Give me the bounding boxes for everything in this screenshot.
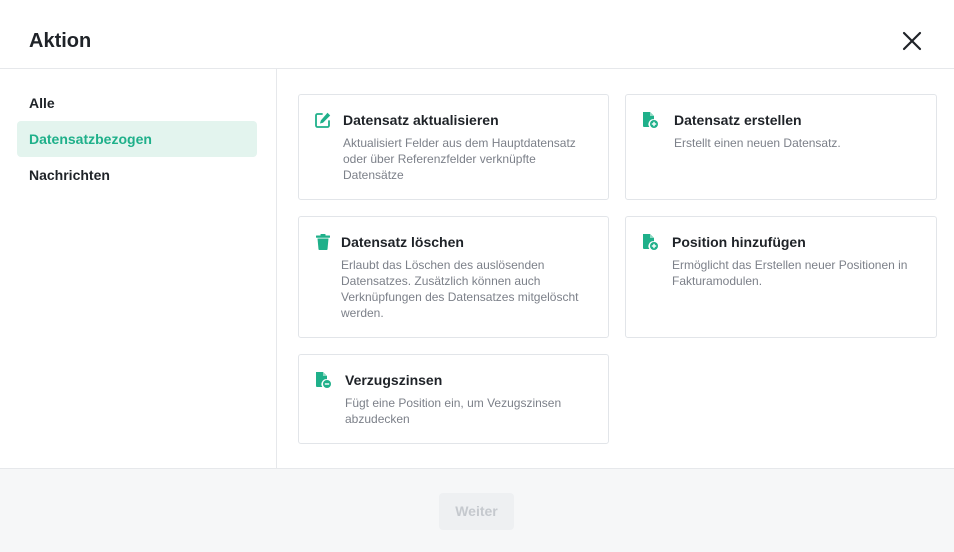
sidebar-item-alle[interactable]: Alle [17,85,257,121]
close-button[interactable] [899,28,925,54]
card-description: Erlaubt das Löschen des auslösenden Date… [341,258,579,320]
action-card-datensatz-aktualisieren[interactable]: Datensatz aktualisieren Aktualisiert Fel… [298,94,609,200]
dialog-footer: Weiter [0,468,954,552]
card-title: Position hinzufügen [672,234,806,250]
action-dialog: Aktion Alle Datensatzbezogen Nachrichten [0,0,954,552]
card-title: Datensatz löschen [341,234,464,250]
category-sidebar: Alle Datensatzbezogen Nachrichten [0,69,277,468]
card-title: Verzugszinsen [345,372,443,388]
sidebar-item-nachrichten[interactable]: Nachrichten [17,157,257,193]
close-icon [899,28,925,54]
action-card-datensatz-erstellen[interactable]: Datensatz erstellen Erstellt einen neuen… [625,94,937,200]
card-description: Ermöglicht das Erstellen neuer Positione… [672,258,908,288]
card-title: Datensatz erstellen [674,112,802,128]
card-description: Erstellt einen neuen Datensatz. [674,136,841,150]
sidebar-item-datensatzbezogen[interactable]: Datensatzbezogen [17,121,257,157]
dialog-header: Aktion [0,0,954,69]
trash-icon [314,233,332,251]
file-add-icon [641,233,659,251]
edit-icon [314,111,332,129]
dialog-title: Aktion [29,30,92,52]
card-description: Fügt eine Position ein, um Vezugszinsen … [345,396,562,426]
card-title: Datensatz aktualisieren [343,112,499,128]
file-add-icon [641,111,659,129]
card-description: Aktualisiert Felder aus dem Hauptdatensa… [343,136,576,182]
action-card-datensatz-loeschen[interactable]: Datensatz löschen Erlaubt das Löschen de… [298,216,609,338]
action-card-verzugszinsen[interactable]: Verzugszinsen Fügt eine Position ein, um… [298,354,609,444]
action-card-position-hinzufuegen[interactable]: Position hinzufügen Ermöglicht das Erste… [625,216,937,338]
action-list: Datensatz aktualisieren Aktualisiert Fel… [278,69,954,468]
file-add-icon [314,371,332,389]
next-button[interactable]: Weiter [439,493,514,530]
